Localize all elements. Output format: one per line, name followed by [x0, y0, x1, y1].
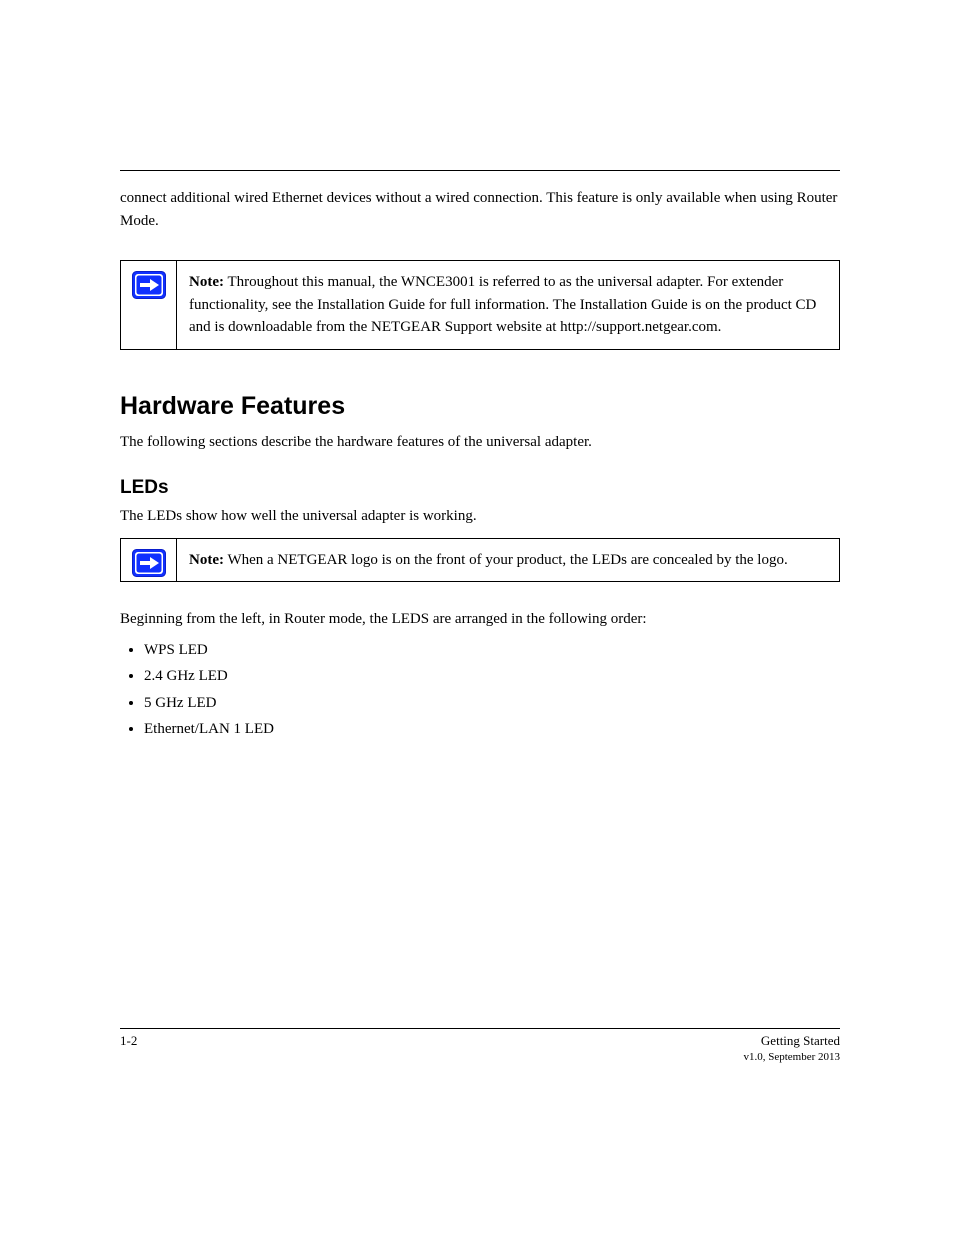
footer-title: Getting Started	[137, 1033, 840, 1049]
note-arrow-icon	[132, 271, 166, 299]
content-area: connect additional wired Ethernet device…	[120, 170, 840, 745]
list-intro: Beginning from the left, in Router mode,…	[120, 608, 840, 631]
page-footer: 1-2 Getting Started v1.0, September 2013	[120, 1028, 840, 1063]
list-item: WPS LED	[144, 639, 840, 662]
note-arrow-icon	[132, 549, 166, 577]
page-number: 1-2	[120, 1033, 137, 1049]
list-item: 2.4 GHz LED	[144, 665, 840, 688]
top-rule	[120, 170, 840, 171]
note-body-1: Throughout this manual, the WNCE3001 is …	[189, 274, 816, 335]
footer-row: 1-2 Getting Started	[120, 1029, 840, 1049]
note-label: Note:	[189, 274, 224, 290]
leds-heading: LEDs	[120, 477, 840, 499]
note-text-1: Note: Throughout this manual, the WNCE30…	[177, 261, 839, 349]
leds-para: The LEDs show how well the universal ada…	[120, 505, 840, 528]
note-text-2: Note: When a NETGEAR logo is on the fron…	[177, 539, 839, 582]
intro-paragraph: connect additional wired Ethernet device…	[120, 187, 840, 232]
list-item: 5 GHz LED	[144, 692, 840, 715]
note-icon-cell	[121, 261, 177, 349]
led-list: WPS LED 2.4 GHz LED 5 GHz LED Ethernet/L…	[120, 639, 840, 741]
note-icon-cell-2	[121, 539, 177, 582]
hardware-features-para: The following sections describe the hard…	[120, 431, 840, 454]
list-item: Ethernet/LAN 1 LED	[144, 718, 840, 741]
note-box-1: Note: Throughout this manual, the WNCE30…	[120, 260, 840, 350]
note-box-2: Note: When a NETGEAR logo is on the fron…	[120, 538, 840, 583]
hardware-features-heading: Hardware Features	[120, 392, 840, 421]
note-label-2: Note:	[189, 552, 224, 568]
note-body-2: When a NETGEAR logo is on the front of y…	[224, 552, 788, 568]
footer-version: v1.0, September 2013	[120, 1051, 840, 1063]
page: connect additional wired Ethernet device…	[0, 0, 954, 1235]
